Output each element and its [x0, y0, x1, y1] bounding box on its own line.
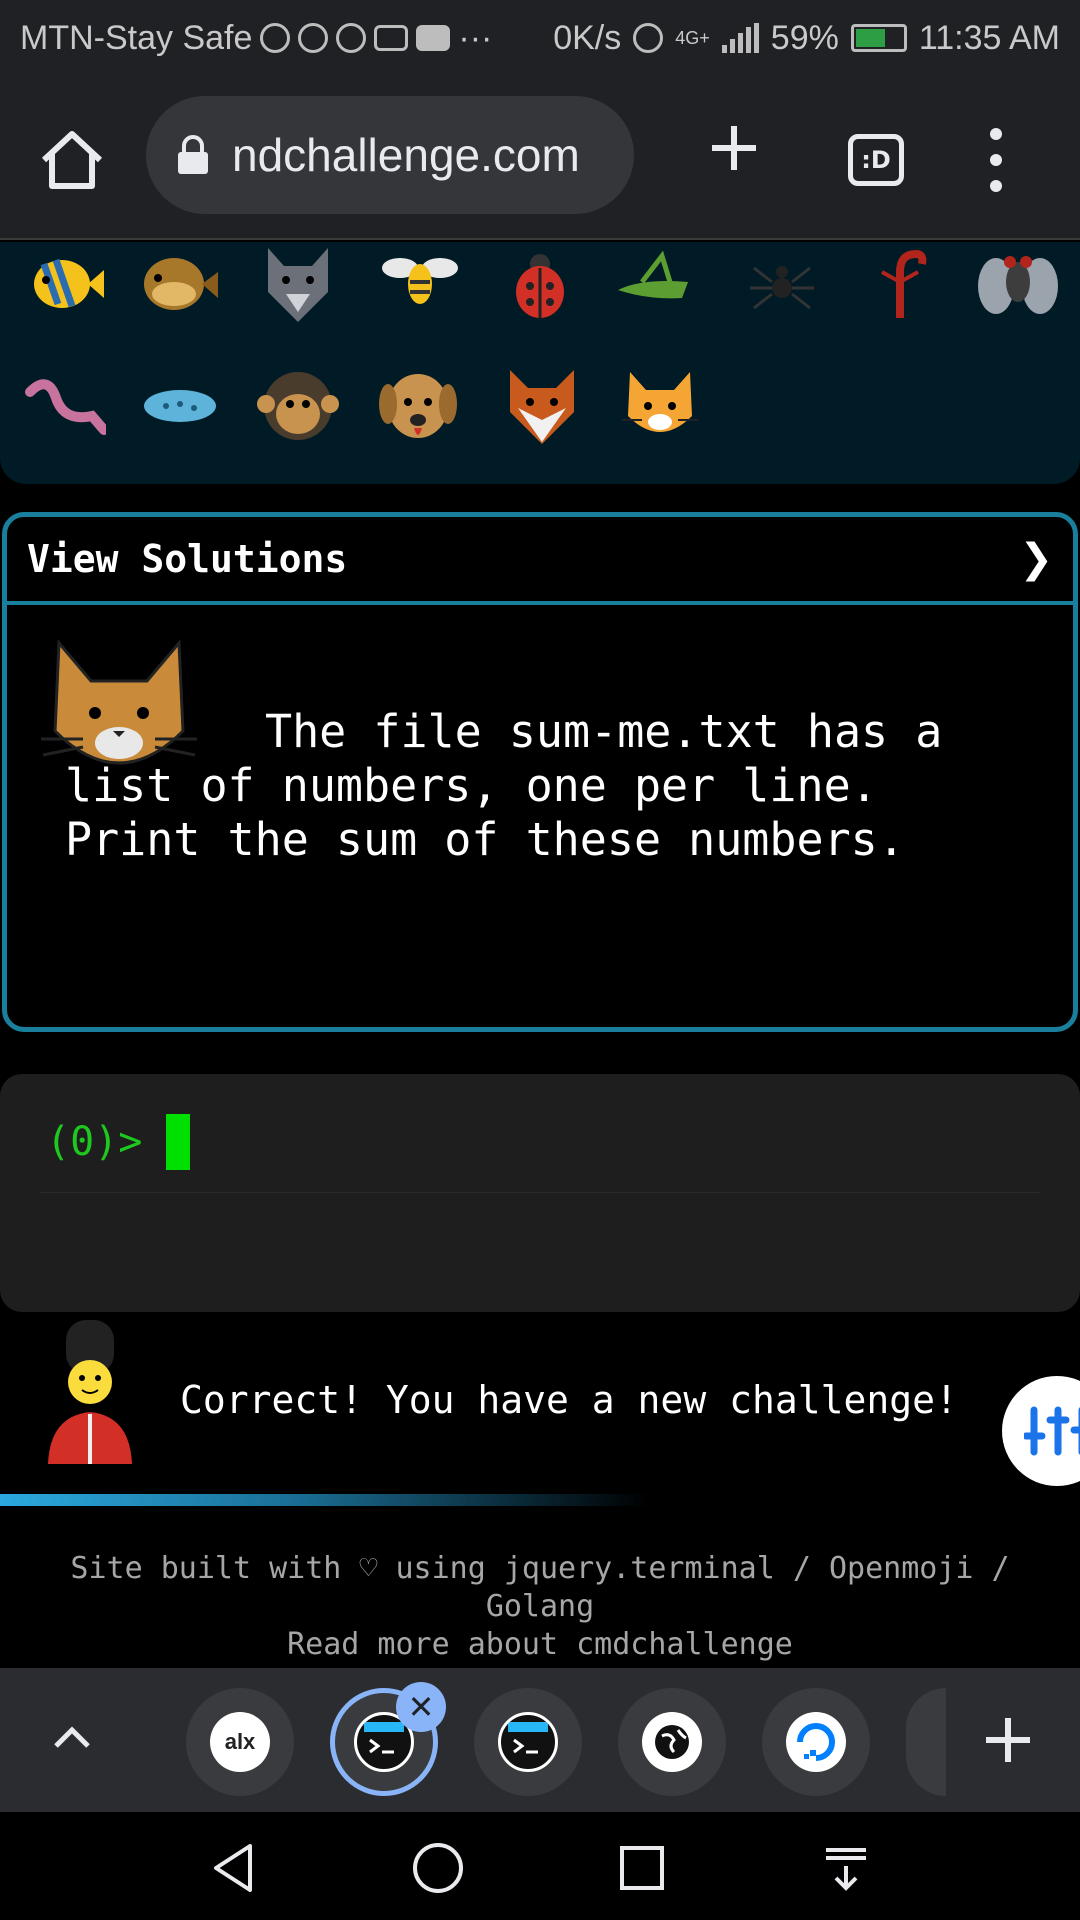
- net-speed: 0K/s: [553, 18, 622, 57]
- grasshopper-icon[interactable]: [612, 242, 696, 326]
- globe-icon: [642, 1712, 702, 1772]
- monkey-icon[interactable]: [256, 364, 340, 448]
- tab-partial[interactable]: [906, 1688, 946, 1796]
- battery-icon: [850, 24, 907, 52]
- site-footer: Site built with ♡ using jquery.terminal …: [0, 1550, 1080, 1664]
- alarm-icon: [633, 23, 664, 53]
- read-more-link[interactable]: Read more about cmdchallenge: [0, 1626, 1080, 1664]
- more-notifications-icon: ···: [458, 18, 493, 57]
- lock-icon: [178, 135, 208, 174]
- clock: 11:35 AM: [918, 18, 1060, 57]
- recents-icon[interactable]: [612, 1838, 672, 1898]
- tab-terminal[interactable]: [474, 1688, 582, 1796]
- emoji-panel: [0, 242, 1080, 484]
- network-type: 4G+: [675, 27, 710, 48]
- prompt-text: (0)>: [46, 1119, 143, 1165]
- worm-icon[interactable]: [22, 364, 106, 448]
- battery-percent: 59%: [770, 18, 839, 57]
- status-bar: MTN-Stay Safe ··· 0K/s 4G+ 59% 11:35 AM: [0, 0, 1080, 76]
- chevron-up-icon[interactable]: [48, 1714, 96, 1762]
- tab-digitalocean[interactable]: [762, 1688, 870, 1796]
- fish-icon[interactable]: [22, 242, 106, 326]
- whatsapp-icon: [336, 23, 367, 53]
- status-message: Correct! You have a new challenge!: [180, 1378, 958, 1422]
- home-nav-icon[interactable]: [408, 1838, 468, 1898]
- pufferfish-icon[interactable]: [136, 242, 220, 326]
- spider-icon[interactable]: [740, 242, 824, 326]
- close-tab-button[interactable]: ✕: [396, 1682, 446, 1732]
- terminal-prompt[interactable]: (0)>: [46, 1114, 191, 1170]
- add-circle-icon: [298, 23, 329, 53]
- ladybug-icon[interactable]: [498, 242, 582, 326]
- mail-icon: [374, 25, 409, 51]
- tab-globe[interactable]: [618, 1688, 726, 1796]
- progress-bar: [0, 1494, 650, 1506]
- footer-credits: Site built with ♡ using jquery.terminal …: [70, 1551, 1010, 1586]
- browser-toolbar: ndchallenge.com :D: [0, 76, 1080, 240]
- microbe-icon[interactable]: [138, 364, 222, 448]
- solutions-panel: View Solutions ❯ The file sum-me.txt has…: [2, 512, 1078, 1032]
- view-solutions-title: View Solutions: [27, 537, 348, 581]
- view-solutions-toggle[interactable]: View Solutions ❯: [7, 517, 1073, 605]
- wolf-icon[interactable]: [256, 242, 340, 326]
- notification-pull-icon[interactable]: [816, 1838, 876, 1898]
- settings-float-button[interactable]: [1002, 1376, 1080, 1486]
- new-tab-icon[interactable]: [980, 1712, 1036, 1768]
- terminal-cursor: [166, 1114, 191, 1170]
- tab-switcher-button[interactable]: :D: [848, 134, 904, 186]
- youtube-icon: [416, 25, 451, 51]
- chevron-right-icon: ❯: [1019, 536, 1053, 582]
- url-text: ndchallenge.com: [232, 129, 580, 181]
- footer-credits-cont: Golang: [485, 1589, 595, 1624]
- fly-icon[interactable]: [976, 242, 1060, 326]
- alx-icon: alx: [210, 1712, 270, 1772]
- terminal-icon: [498, 1712, 558, 1772]
- fox-icon[interactable]: [500, 364, 584, 448]
- terminal-divider: [40, 1192, 1040, 1193]
- bee-icon[interactable]: [378, 242, 462, 326]
- tab-strip: alx ✕: [0, 1668, 1080, 1812]
- address-bar[interactable]: ndchallenge.com: [146, 96, 634, 214]
- carrier-name: MTN-Stay Safe: [20, 18, 253, 57]
- more-vert-icon[interactable]: [980, 128, 1012, 192]
- challenge-description: The file sum-me.txt has a list of number…: [65, 705, 943, 866]
- cloud-icon: [260, 23, 291, 53]
- dog-icon[interactable]: [376, 364, 460, 448]
- system-nav-bar: [0, 1812, 1080, 1920]
- scorpion-icon[interactable]: [860, 242, 944, 326]
- cat-icon[interactable]: [618, 364, 702, 448]
- digitalocean-icon: [786, 1712, 846, 1772]
- guard-icon: [48, 1320, 132, 1464]
- tab-alx[interactable]: alx: [186, 1688, 294, 1796]
- signal-icon: [721, 23, 759, 53]
- sliders-icon: [1024, 1406, 1080, 1456]
- back-icon[interactable]: [206, 1838, 266, 1898]
- terminal[interactable]: (0)>: [0, 1074, 1080, 1312]
- home-icon[interactable]: [36, 124, 108, 196]
- new-tab-icon[interactable]: [706, 120, 762, 176]
- tab-switcher-label: :D: [861, 146, 891, 174]
